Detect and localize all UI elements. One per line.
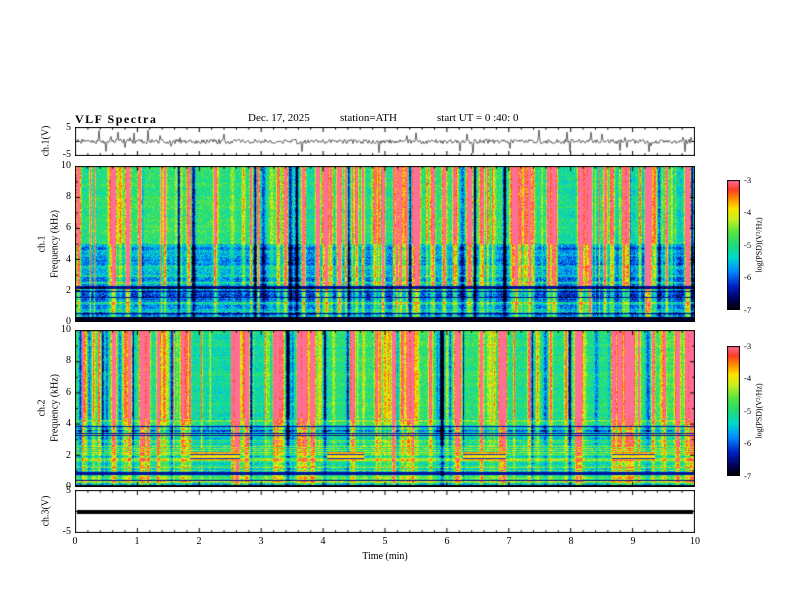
y-tick-label: 8 (66, 191, 71, 203)
ch1-spectrogram-canvas (75, 166, 695, 322)
colorbar1-unit-label: log(PSD)(V²/Hz) (754, 217, 764, 273)
header-station: station=ATH (340, 112, 397, 124)
figure-title: VLF Spectra (75, 112, 158, 126)
x-tick-label: 9 (630, 536, 636, 547)
ch3-waveform-canvas (75, 490, 695, 533)
colorbar-tick-label: -4 (744, 373, 752, 383)
colorbar-tick-label: -6 (744, 272, 752, 282)
colorbar-tick-label: -3 (744, 174, 752, 185)
y-tick-label: -5 (62, 526, 71, 537)
ch1-waveform-canvas (75, 127, 695, 156)
x-tick-label: 3 (258, 536, 264, 547)
x-tick-label: 5 (382, 536, 388, 547)
y-tick-label: 6 (66, 222, 71, 234)
y-tick-label: 10 (61, 160, 71, 171)
x-tick-label: 10 (690, 536, 700, 547)
ch2-spectrogram-canvas (75, 330, 695, 487)
vlf-spectra-figure: VLF Spectra Dec. 17, 2025 station=ATH st… (0, 0, 792, 612)
y-tick-label: 2 (66, 284, 71, 296)
y-tick-label: 10 (61, 324, 71, 335)
header-start-ut: start UT = 0 :40: 0 (437, 112, 519, 124)
header-date: Dec. 17, 2025 (248, 112, 310, 124)
ch1-spec-channel-label: ch.1 (36, 235, 48, 253)
y-tick-label: 4 (66, 253, 71, 265)
colorbar2 (727, 346, 740, 476)
y-tick-label: 5 (66, 122, 71, 133)
y-tick-label: 8 (66, 355, 71, 367)
ch3-voltage-ylabel: ch.3(V) (40, 495, 52, 527)
x-tick-label: 7 (506, 536, 512, 547)
y-tick-label: 2 (66, 449, 71, 461)
y-tick-label: 5 (66, 485, 71, 496)
colorbar-tick-label: -7 (744, 304, 752, 315)
x-tick-label: 6 (444, 536, 450, 547)
colorbar-tick-label: -5 (744, 405, 752, 416)
colorbar-tick-label: -5 (744, 239, 752, 250)
y-tick-label: -5 (62, 149, 71, 160)
y-tick-label: 6 (66, 386, 71, 398)
colorbar1 (727, 180, 740, 310)
x-tick-label: 2 (196, 536, 202, 547)
ch2-spec-channel-label: ch.2 (36, 399, 48, 417)
ch1-spec-frequency-label: Frequency (kHz) (49, 209, 61, 279)
x-tick-label: 4 (320, 536, 326, 547)
ch2-spec-frequency-label: Frequency (kHz) (49, 373, 61, 443)
x-tick-label: 0 (72, 536, 78, 547)
x-axis-label: Time (min) (362, 551, 408, 562)
colorbar-tick-label: -4 (744, 207, 752, 217)
x-tick-label: 1 (134, 536, 140, 547)
y-tick-label: 4 (66, 418, 71, 430)
x-tick-label: 8 (568, 536, 574, 547)
colorbar2-unit-label: log(PSD)(V²/Hz) (754, 383, 764, 439)
colorbar-tick-label: -3 (744, 340, 752, 351)
colorbar-tick-label: -7 (744, 470, 752, 481)
colorbar-tick-label: -6 (744, 438, 752, 448)
